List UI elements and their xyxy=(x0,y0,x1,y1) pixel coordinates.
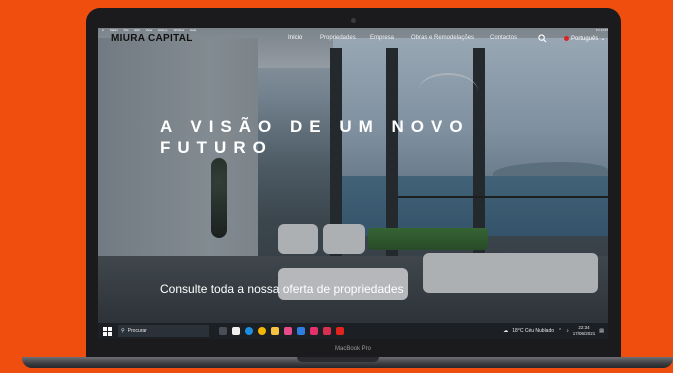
menubar-clock: Fri 14:37 xyxy=(596,28,608,32)
nav-link-propriedades[interactable]: Propriedades xyxy=(320,35,356,41)
search-icon[interactable] xyxy=(538,34,547,43)
taskbar-search-placeholder: Procurar xyxy=(127,328,147,334)
chrome-icon[interactable] xyxy=(258,327,266,335)
pdf-icon[interactable] xyxy=(336,327,344,335)
apple-icon[interactable]: ● xyxy=(102,28,104,32)
taskbar-apps xyxy=(219,327,344,335)
photos-icon[interactable] xyxy=(284,327,292,335)
screen: ● Safari File Edit View History Window H… xyxy=(98,28,608,339)
mac-menubar: ● Safari File Edit View History Window H… xyxy=(98,28,608,32)
site-logo[interactable]: MIURA CAPITAL xyxy=(111,33,193,44)
volume-icon[interactable]: ♪ xyxy=(566,328,569,334)
app-icon[interactable] xyxy=(310,327,318,335)
taskbar-date: 17/06/2021 xyxy=(572,331,596,336)
language-label: Português xyxy=(571,35,599,42)
chevron-down-icon: ⌄ xyxy=(600,36,606,42)
windows-taskbar: ⚲ Procurar ☁ 18°C Céu Nublado ⌃ ♪ 22:34 … xyxy=(98,323,608,339)
mail-icon[interactable] xyxy=(297,327,305,335)
search-icon: ⚲ xyxy=(121,328,125,334)
system-tray: ☁ 18°C Céu Nublado ⌃ ♪ 22:34 17/06/2021 … xyxy=(503,325,604,337)
app-icon[interactable] xyxy=(323,327,331,335)
device-brand: MacBook Pro xyxy=(334,346,371,352)
menu-item[interactable]: View xyxy=(146,28,152,32)
chevron-up-icon[interactable]: ⌃ xyxy=(558,328,562,334)
taskbar-clock[interactable]: 22:34 17/06/2021 xyxy=(573,325,596,337)
hero-subline[interactable]: Consulte toda a nossa oferta de propried… xyxy=(160,282,404,296)
camera-icon xyxy=(351,18,356,23)
menu-item[interactable]: Edit xyxy=(135,28,140,32)
windows-start-icon[interactable] xyxy=(103,326,112,336)
nav-link-inicio[interactable]: Início xyxy=(288,35,302,41)
folder-icon[interactable] xyxy=(271,327,279,335)
laptop-notch xyxy=(297,357,379,362)
hero-headline: A VISÃO DE UM NOVO FUTURO xyxy=(160,116,470,158)
weather-label[interactable]: 18°C Céu Nublado xyxy=(512,328,554,334)
menu-item[interactable]: Help xyxy=(190,28,196,32)
weather-icon: ☁ xyxy=(503,328,509,334)
hero-headline-line: FUTURO xyxy=(160,138,273,157)
file-icon[interactable] xyxy=(232,327,240,335)
edge-icon[interactable] xyxy=(245,327,253,335)
portugal-flag-icon xyxy=(564,36,569,41)
menu-item[interactable]: History xyxy=(158,28,167,32)
nav-link-contactos[interactable]: Contactos xyxy=(490,35,517,41)
menu-item[interactable]: Safari xyxy=(110,28,118,32)
hero-headline-line: A VISÃO DE UM NOVO xyxy=(160,117,470,136)
nav-link-empresa[interactable]: Empresa xyxy=(370,35,394,41)
menu-item[interactable]: Window xyxy=(173,28,184,32)
language-selector[interactable]: Português ⌄ xyxy=(564,35,605,42)
notification-icon[interactable]: ▤ xyxy=(599,328,604,334)
menu-item[interactable]: File xyxy=(124,28,129,32)
taskbar-search[interactable]: ⚲ Procurar xyxy=(118,325,209,337)
nav-link-obras[interactable]: Obras e Remodelações xyxy=(411,35,474,41)
site-navbar: MIURA CAPITAL Início Propriedades Empres… xyxy=(98,33,608,47)
task-view-icon[interactable] xyxy=(219,327,227,335)
